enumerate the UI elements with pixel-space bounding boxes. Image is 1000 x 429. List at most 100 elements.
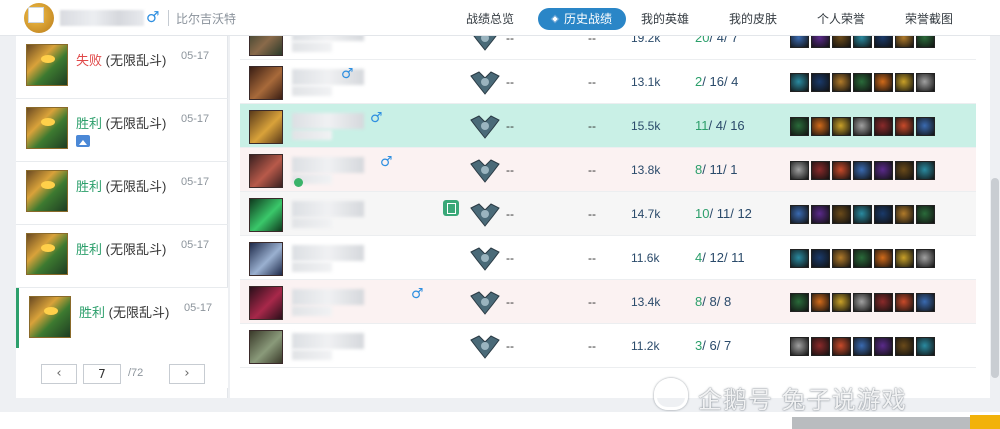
player-name-blurred[interactable] [292, 333, 364, 349]
champion-portrait[interactable] [249, 242, 283, 276]
nav-screenshots[interactable]: 荣誉截图 [905, 8, 953, 30]
item-icon[interactable] [853, 205, 872, 224]
item-icon[interactable] [895, 293, 914, 312]
item-icon[interactable] [916, 249, 935, 268]
item-icon[interactable] [832, 249, 851, 268]
item-icon[interactable] [790, 161, 809, 180]
item-icon[interactable] [916, 161, 935, 180]
item-icon[interactable] [790, 73, 809, 92]
item-icon[interactable] [853, 249, 872, 268]
copy-icon[interactable] [443, 200, 459, 216]
nav-skins[interactable]: 我的皮肤 [729, 8, 777, 30]
page-number-input[interactable]: 7 [83, 364, 121, 384]
item-icon[interactable] [790, 249, 809, 268]
champion-portrait[interactable] [249, 110, 283, 144]
item-icon[interactable] [874, 161, 893, 180]
champion-portrait[interactable] [249, 66, 283, 100]
champion-portrait[interactable] [249, 286, 283, 320]
item-icon[interactable] [916, 36, 935, 48]
player-name-blurred[interactable] [292, 245, 364, 261]
player-row[interactable]: ♂ -- -- 13.8k 8/ 11/ 1 [240, 148, 976, 192]
item-icon[interactable] [832, 36, 851, 48]
player-name-blurred[interactable] [292, 113, 364, 129]
champion-portrait[interactable] [249, 198, 283, 232]
item-icon[interactable] [832, 205, 851, 224]
item-icon[interactable] [853, 337, 872, 356]
item-icon[interactable] [811, 337, 830, 356]
player-row[interactable]: -- -- 11.2k 3/ 6/ 7 [240, 324, 976, 368]
item-icon[interactable] [874, 117, 893, 136]
item-icon[interactable] [832, 337, 851, 356]
item-icon[interactable] [895, 73, 914, 92]
item-icon[interactable] [832, 117, 851, 136]
item-icon[interactable] [895, 161, 914, 180]
item-icon[interactable] [874, 205, 893, 224]
match-item[interactable]: 胜利 (无限乱斗) 05-17 [16, 162, 228, 225]
item-icon[interactable] [895, 36, 914, 48]
player-name-blurred[interactable] [292, 157, 364, 173]
item-icon[interactable] [874, 293, 893, 312]
item-icon[interactable] [811, 117, 830, 136]
item-icon[interactable] [853, 73, 872, 92]
item-icon[interactable] [874, 337, 893, 356]
screenshot-icon[interactable] [76, 135, 90, 147]
player-row[interactable]: -- -- 14.7k 10/ 11/ 12 [240, 192, 976, 236]
item-icon[interactable] [832, 73, 851, 92]
nav-honor[interactable]: 个人荣誉 [817, 8, 865, 30]
item-icon[interactable] [916, 293, 935, 312]
item-icon[interactable] [895, 337, 914, 356]
player-row[interactable]: -- -- 11.6k 4/ 12/ 11 [240, 236, 976, 280]
item-icon[interactable] [874, 36, 893, 48]
item-icon[interactable] [874, 249, 893, 268]
item-icon[interactable] [790, 293, 809, 312]
item-icon[interactable] [916, 117, 935, 136]
prev-page-button[interactable]: ‹ [41, 364, 77, 384]
horizontal-scrollbar[interactable] [792, 417, 970, 429]
item-icon[interactable] [811, 161, 830, 180]
champion-portrait[interactable] [249, 154, 283, 188]
item-icon[interactable] [811, 249, 830, 268]
item-icon[interactable] [832, 161, 851, 180]
item-icon[interactable] [916, 73, 935, 92]
player-name-blurred[interactable] [292, 36, 364, 41]
match-item-selected[interactable]: 胜利 (无限乱斗) 05-17 [16, 288, 228, 351]
scrollbar-thumb[interactable] [991, 178, 999, 378]
next-page-button[interactable]: › [169, 364, 205, 384]
nav-history[interactable]: 历史战绩 [538, 8, 627, 30]
item-icon[interactable] [895, 117, 914, 136]
item-icon[interactable] [811, 293, 830, 312]
nav-overview[interactable]: 战绩总览 [466, 8, 514, 30]
match-item[interactable]: 胜利 (无限乱斗) 05-17 [16, 225, 228, 288]
item-icon[interactable] [832, 293, 851, 312]
champion-portrait[interactable] [249, 36, 283, 56]
player-row[interactable]: -- -- 19.2k 20/ 4/ 7 [240, 36, 976, 60]
item-icon[interactable] [916, 205, 935, 224]
champion-portrait[interactable] [249, 330, 283, 364]
assists: 4 [731, 74, 739, 89]
player-avatar[interactable] [24, 3, 54, 33]
player-row[interactable]: ♂ -- -- 13.1k 2/ 16/ 4 [240, 60, 976, 104]
item-icon[interactable] [790, 117, 809, 136]
player-row[interactable]: ♂ -- -- 13.4k 8/ 8/ 8 [240, 280, 976, 324]
match-item[interactable]: 失败 (无限乱斗) 05-17 [16, 36, 228, 99]
item-icon[interactable] [895, 205, 914, 224]
item-icon[interactable] [811, 36, 830, 48]
item-icon[interactable] [811, 73, 830, 92]
item-icon[interactable] [790, 337, 809, 356]
player-row[interactable]: ♂ -- -- 15.5k 11/ 4/ 16 [240, 104, 976, 148]
item-icon[interactable] [874, 73, 893, 92]
item-icon[interactable] [790, 205, 809, 224]
match-mode: (无限乱斗) [105, 53, 167, 68]
item-icon[interactable] [853, 117, 872, 136]
item-icon[interactable] [916, 337, 935, 356]
item-icon[interactable] [895, 249, 914, 268]
item-icon[interactable] [790, 36, 809, 48]
item-icon[interactable] [853, 293, 872, 312]
player-name-blurred[interactable] [292, 289, 364, 305]
player-name-blurred[interactable] [292, 201, 364, 217]
item-icon[interactable] [853, 161, 872, 180]
nav-heroes[interactable]: 我的英雄 [641, 8, 689, 30]
item-icon[interactable] [811, 205, 830, 224]
match-item[interactable]: 胜利 (无限乱斗) 05-17 [16, 99, 228, 162]
item-icon[interactable] [853, 36, 872, 48]
